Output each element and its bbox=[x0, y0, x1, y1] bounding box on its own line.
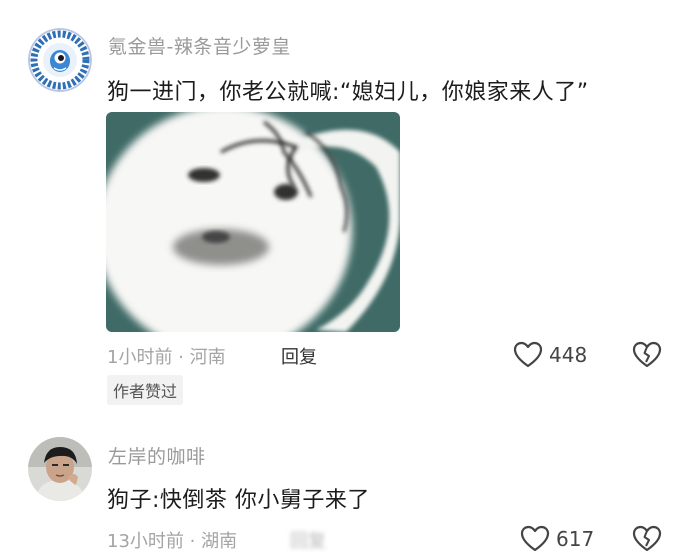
user-avatar-1[interactable] bbox=[28, 28, 92, 92]
username-1[interactable]: 氪金兽-辣条音少萝皇 bbox=[108, 32, 291, 59]
author-liked-badge: 作者赞过 bbox=[107, 375, 184, 405]
like-button-2[interactable]: 617 bbox=[520, 525, 594, 553]
comment-meta-2: 13小时前 · 湖南 bbox=[107, 531, 238, 552]
reply-button-2[interactable]: 回复 bbox=[290, 527, 326, 553]
meme-image[interactable] bbox=[106, 112, 400, 332]
dislike-button-1[interactable] bbox=[632, 341, 662, 369]
comment-meta-1: 1小时前 · 河南 bbox=[107, 347, 226, 368]
like-button-1[interactable]: 448 bbox=[513, 341, 587, 369]
username-2[interactable]: 左岸的咖啡 bbox=[108, 442, 206, 469]
like-count-1: 448 bbox=[549, 343, 588, 367]
comment-text-1: 狗一进门，你老公就喊:“媳妇儿，你娘家来人了” bbox=[107, 80, 589, 105]
dislike-button-2[interactable] bbox=[632, 525, 662, 553]
person-photo-avatar bbox=[28, 437, 92, 501]
panda-face-meme-image bbox=[106, 112, 400, 332]
heart-outline-icon bbox=[520, 525, 550, 552]
heart-outline-icon bbox=[513, 341, 543, 368]
broken-heart-icon bbox=[632, 525, 662, 552]
broken-heart-icon bbox=[632, 341, 662, 368]
eye-monster-badge-avatar bbox=[28, 28, 92, 92]
user-avatar-2[interactable] bbox=[28, 437, 92, 501]
like-count-2: 617 bbox=[556, 527, 595, 551]
reply-button-1[interactable]: 回复 bbox=[281, 343, 317, 369]
comment-text-2: 狗子:快倒茶 你小舅子来了 bbox=[107, 488, 370, 513]
